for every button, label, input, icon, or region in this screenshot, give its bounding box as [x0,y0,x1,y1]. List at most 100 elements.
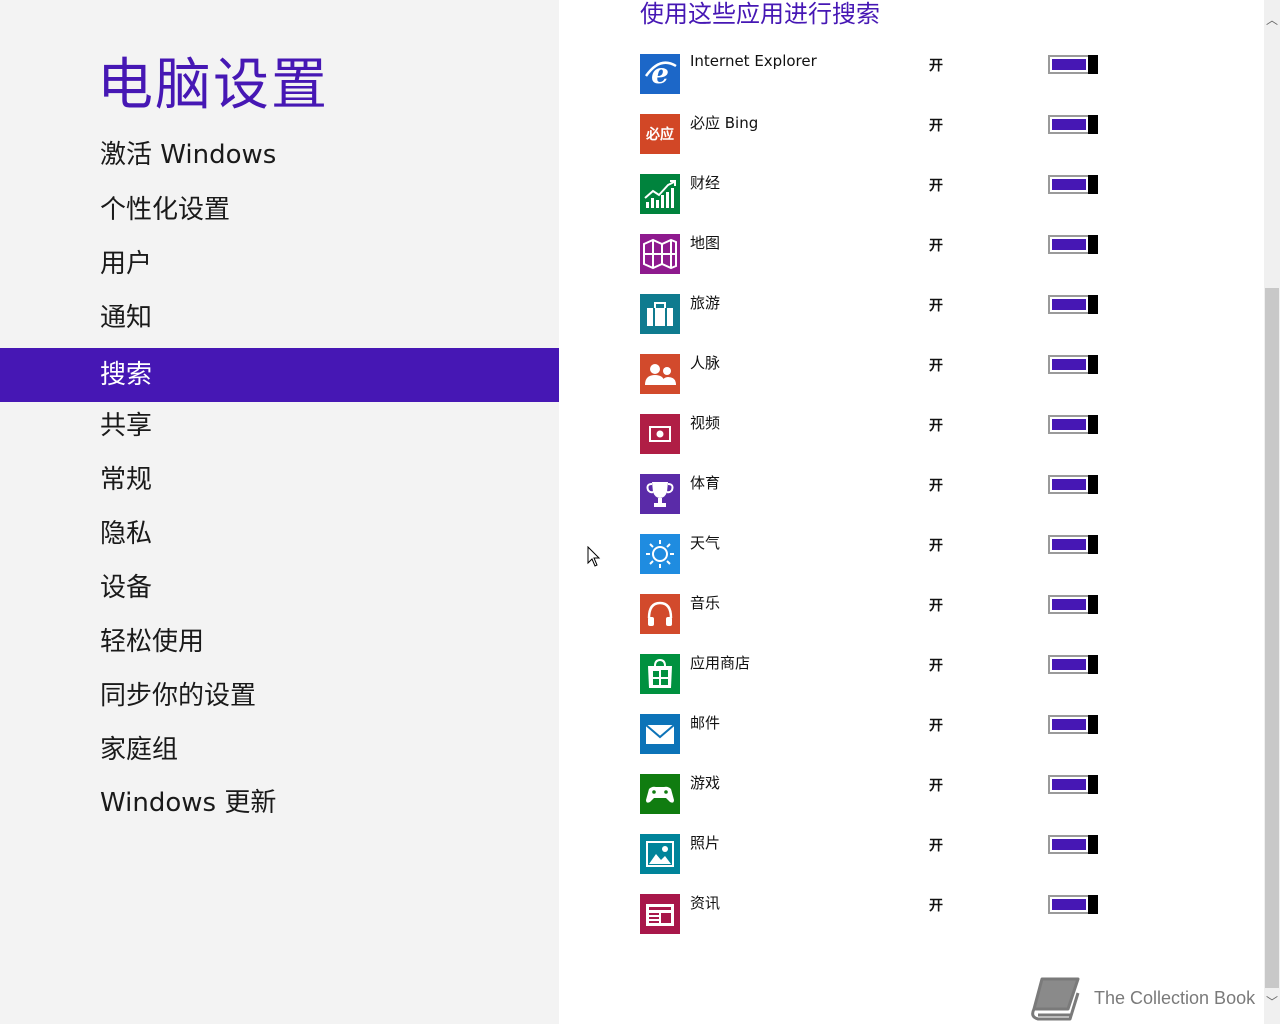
app-name: 旅游 [690,294,721,312]
search-app-row: 音乐 开 [640,594,1120,634]
app-name: Internet Explorer [690,52,817,70]
toggle-fill [1052,179,1086,190]
toggle-state-label: 开 [929,718,943,734]
search-app-row: 游戏 开 [640,774,1120,814]
app-name: 必应 Bing [690,114,759,132]
scroll-down-arrow-icon[interactable]: ﹀ [1264,994,1280,1010]
app-name: 体育 [690,474,721,492]
sports-icon [640,474,680,514]
mouse-cursor-icon [587,545,601,572]
sidebar-item-search[interactable]: 搜索 [0,348,559,402]
toggle-knob[interactable] [1088,775,1098,794]
book-icon [1031,977,1080,1021]
sidebar-item-personalize[interactable]: 个性化设置 [0,183,559,237]
search-app-toggle[interactable] [1048,775,1098,794]
news-icon [640,894,680,934]
toggle-fill [1052,839,1086,850]
search-app-row: 体育 开 [640,474,1120,514]
vertical-scrollbar[interactable]: ︿ ﹀ [1264,0,1280,1024]
search-app-row: 旅游 开 [640,294,1120,334]
sidebar-item-homegroup[interactable]: 家庭组 [0,723,559,777]
toggle-fill [1052,659,1086,670]
search-app-toggle[interactable] [1048,895,1098,914]
toggle-fill [1052,59,1086,70]
search-app-toggle[interactable] [1048,175,1098,194]
search-app-row: 必应 必应 Bing 开 [640,114,1120,154]
search-app-toggle[interactable] [1048,835,1098,854]
toggle-state-label: 开 [929,598,943,614]
search-app-row: 人脉 开 [640,354,1120,394]
search-app-toggle[interactable] [1048,235,1098,254]
search-app-toggle[interactable] [1048,715,1098,734]
scroll-up-arrow-icon[interactable]: ︿ [1264,12,1280,28]
toggle-knob[interactable] [1088,475,1098,494]
toggle-state-label: 开 [929,898,943,914]
search-app-row: 应用商店 开 [640,654,1120,694]
toggle-state-label: 开 [929,358,943,374]
app-name: 照片 [690,834,721,852]
toggle-fill [1052,419,1086,430]
app-name: 地图 [690,234,721,252]
app-name: 音乐 [690,594,721,612]
search-app-toggle[interactable] [1048,55,1098,74]
toggle-knob[interactable] [1088,355,1098,374]
watermark-text: The Collection Book [1094,988,1256,1008]
maps-icon [640,234,680,274]
search-app-toggle[interactable] [1048,295,1098,314]
toggle-state-label: 开 [929,658,943,674]
sidebar-item-sync[interactable]: 同步你的设置 [0,669,559,723]
toggle-knob[interactable] [1088,835,1098,854]
sidebar-item-windows-update[interactable]: Windows 更新 [0,776,559,830]
toggle-state-label: 开 [929,298,943,314]
toggle-knob[interactable] [1088,235,1098,254]
ie-icon: e [640,54,680,94]
toggle-knob[interactable] [1088,715,1098,734]
search-app-toggle[interactable] [1048,415,1098,434]
app-name: 视频 [690,414,721,432]
scroll-thumb[interactable] [1265,288,1279,988]
search-app-toggle[interactable] [1048,115,1098,134]
sidebar-item-ease-of-access[interactable]: 轻松使用 [0,615,559,669]
toggle-state-label: 开 [929,178,943,194]
toggle-knob[interactable] [1088,295,1098,314]
toggle-knob[interactable] [1088,535,1098,554]
app-name: 游戏 [690,774,721,792]
toggle-knob[interactable] [1088,415,1098,434]
sidebar-item-activate-windows[interactable]: 激活 Windows [0,128,559,182]
toggle-knob[interactable] [1088,655,1098,674]
toggle-knob[interactable] [1088,115,1098,134]
sidebar-item-notifications[interactable]: 通知 [0,291,559,345]
toggle-state-label: 开 [929,838,943,854]
toggle-knob[interactable] [1088,595,1098,614]
search-app-row: 天气 开 [640,534,1120,574]
watermark: The Collection Book [1028,975,1264,1023]
section-heading: 使用这些应用进行搜索 [640,0,880,28]
sidebar-item-privacy[interactable]: 隐私 [0,507,559,561]
store-icon [640,654,680,694]
toggle-fill [1052,479,1086,490]
sidebar-item-devices[interactable]: 设备 [0,561,559,615]
search-app-row: 视频 开 [640,414,1120,454]
photos-icon [640,834,680,874]
search-app-toggle[interactable] [1048,355,1098,374]
search-app-row: 财经 开 [640,174,1120,214]
bing-tile-text: 必应 [646,127,674,143]
sidebar-item-share[interactable]: 共享 [0,399,559,453]
search-app-toggle[interactable] [1048,475,1098,494]
toggle-state-label: 开 [929,778,943,794]
sidebar-item-users[interactable]: 用户 [0,237,559,291]
sidebar-item-general[interactable]: 常规 [0,453,559,507]
toggle-knob[interactable] [1088,175,1098,194]
video-icon [640,414,680,454]
search-app-toggle[interactable] [1048,535,1098,554]
toggle-fill [1052,299,1086,310]
search-app-toggle[interactable] [1048,595,1098,614]
search-settings-panel: 使用这些应用进行搜索 e Internet Explorer 开必应 必应 Bing 开… [559,0,1264,1024]
search-app-toggle[interactable] [1048,655,1098,674]
toggle-fill [1052,239,1086,250]
search-app-row: 地图 开 [640,234,1120,274]
app-name: 财经 [690,174,721,192]
toggle-knob[interactable] [1088,895,1098,914]
toggle-knob[interactable] [1088,55,1098,74]
settings-sidebar: 电脑设置 激活 Windows 个性化设置 用户 通知 搜索 共享 常规 隐私 设备 轻松使用 同步… [0,0,559,1024]
